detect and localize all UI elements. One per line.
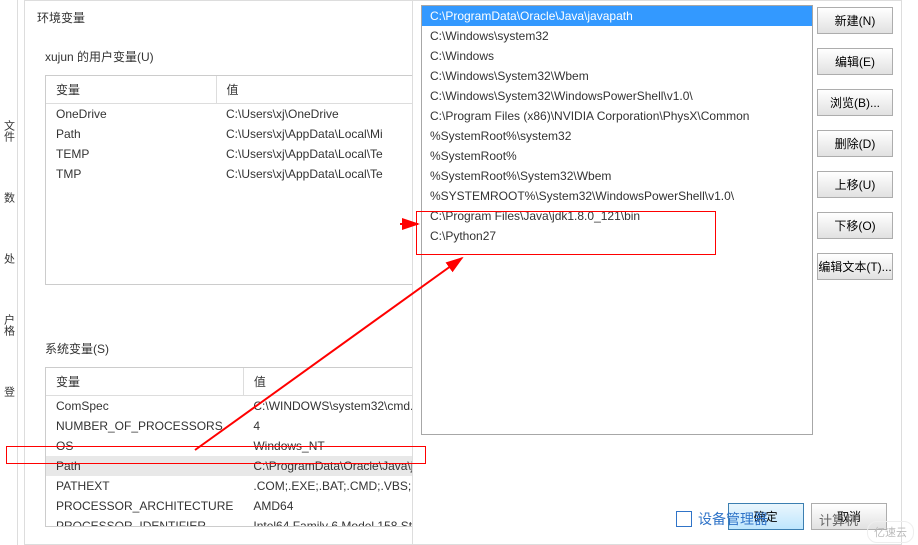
path-edittext-button[interactable]: 编辑文本(T)... bbox=[817, 253, 893, 280]
device-manager-text: 设备管理器 bbox=[698, 509, 768, 529]
var-name: PROCESSOR_IDENTIFIER bbox=[46, 516, 243, 527]
device-manager-icon bbox=[676, 511, 692, 527]
path-entry[interactable]: %SystemRoot%\System32\Wbem bbox=[422, 166, 812, 186]
path-browse-button[interactable]: 浏览(B)... bbox=[817, 89, 893, 116]
col-variable[interactable]: 变量 bbox=[46, 76, 216, 104]
computer-text: 计算机 bbox=[819, 510, 858, 529]
path-new-button[interactable]: 新建(N) bbox=[817, 7, 893, 34]
watermark: 亿速云 bbox=[867, 521, 914, 543]
col-variable[interactable]: 变量 bbox=[46, 368, 243, 396]
path-entry[interactable]: C:\Program Files\Java\jdk1.8.0_121\bin bbox=[422, 206, 812, 226]
path-delete-button[interactable]: 删除(D) bbox=[817, 130, 893, 157]
path-movedown-button[interactable]: 下移(O) bbox=[817, 212, 893, 239]
path-entry[interactable]: C:\ProgramData\Oracle\Java\javapath bbox=[422, 6, 812, 26]
path-entry[interactable]: C:\Windows\System32\WindowsPowerShell\v1… bbox=[422, 86, 812, 106]
var-name: TMP bbox=[46, 164, 216, 184]
var-name: OneDrive bbox=[46, 104, 216, 125]
path-entry[interactable]: C:\Windows\system32 bbox=[422, 26, 812, 46]
left-frag-e: 登 bbox=[1, 386, 17, 397]
left-frag-d: 户格 bbox=[1, 314, 17, 336]
path-entry[interactable]: %SystemRoot% bbox=[422, 146, 812, 166]
var-name: PATHEXT bbox=[46, 476, 243, 496]
path-entries-list[interactable]: C:\ProgramData\Oracle\Java\javapathC:\Wi… bbox=[421, 5, 813, 435]
path-edit-button[interactable]: 编辑(E) bbox=[817, 48, 893, 75]
var-name: Path bbox=[46, 456, 243, 476]
path-entry[interactable]: C:\Program Files (x86)\NVIDIA Corporatio… bbox=[422, 106, 812, 126]
var-name: TEMP bbox=[46, 144, 216, 164]
var-name: NUMBER_OF_PROCESSORS bbox=[46, 416, 243, 436]
left-frag-b: 数 bbox=[1, 192, 17, 203]
left-frag-a: 文件 bbox=[1, 120, 17, 142]
left-panel-fragment: 文件 数 处 户格 登 bbox=[0, 0, 18, 545]
path-entry[interactable]: %SYSTEMROOT%\System32\WindowsPowerShell\… bbox=[422, 186, 812, 206]
var-name: PROCESSOR_ARCHITECTURE bbox=[46, 496, 243, 516]
path-entry[interactable]: C:\Windows\System32\Wbem bbox=[422, 66, 812, 86]
left-frag-c: 处 bbox=[1, 253, 17, 264]
var-name: ComSpec bbox=[46, 396, 243, 417]
path-entry[interactable]: C:\Windows bbox=[422, 46, 812, 66]
path-moveup-button[interactable]: 上移(U) bbox=[817, 171, 893, 198]
device-manager-link[interactable]: 设备管理器 bbox=[676, 509, 768, 529]
var-name: Path bbox=[46, 124, 216, 144]
path-entry[interactable]: %SystemRoot%\system32 bbox=[422, 126, 812, 146]
var-name: OS bbox=[46, 436, 243, 456]
edit-path-dialog: C:\ProgramData\Oracle\Java\javapathC:\Wi… bbox=[412, 0, 902, 545]
path-entry[interactable]: C:\Python27 bbox=[422, 226, 812, 246]
